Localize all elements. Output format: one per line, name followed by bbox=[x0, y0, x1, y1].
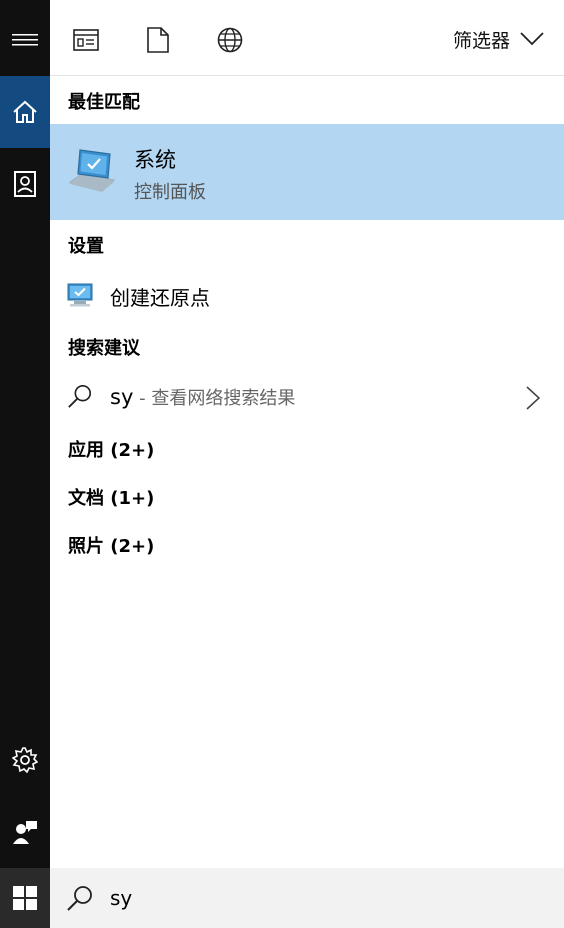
left-rail bbox=[0, 0, 50, 928]
settings-item-label: 创建还原点 bbox=[110, 286, 210, 310]
home-icon bbox=[13, 100, 37, 123]
web-filter-icon bbox=[217, 27, 243, 53]
section-apps[interactable]: 应用 (2+) bbox=[68, 436, 154, 462]
home-button[interactable] bbox=[0, 76, 50, 148]
best-match-subtitle: 控制面板 bbox=[134, 182, 206, 203]
notebook-button[interactable] bbox=[0, 160, 50, 208]
search-box[interactable]: sy bbox=[50, 868, 564, 928]
section-settings: 设置 bbox=[68, 236, 104, 257]
start-search-panel: 筛选器 最佳匹配 系统 控制面板 设置 创建还原点 搜索建议 sy - 查看网络… bbox=[0, 0, 564, 928]
best-match-item[interactable]: 系统 控制面板 bbox=[50, 124, 564, 220]
system-computer-icon bbox=[68, 149, 116, 192]
chevron-right-icon bbox=[526, 386, 540, 410]
chevron-down-icon bbox=[520, 32, 544, 46]
feedback-person-icon bbox=[13, 821, 37, 844]
search-input[interactable]: sy bbox=[110, 886, 132, 910]
hamburger-menu-button[interactable] bbox=[0, 20, 50, 60]
documents-filter-button[interactable] bbox=[141, 22, 175, 58]
section-search-suggestions: 搜索建议 bbox=[68, 338, 140, 359]
start-button[interactable] bbox=[0, 868, 50, 928]
settings-button[interactable] bbox=[0, 738, 50, 782]
restore-point-monitor-icon bbox=[67, 283, 93, 307]
filter-label: 筛选器 bbox=[452, 29, 510, 52]
web-filter-button[interactable] bbox=[213, 22, 247, 58]
notebook-icon bbox=[14, 171, 36, 197]
suggestion-text: sy - 查看网络搜索结果 bbox=[110, 384, 295, 410]
apps-filter-button[interactable] bbox=[69, 22, 103, 58]
best-match-title: 系统 bbox=[134, 148, 176, 172]
web-search-suggestion[interactable]: sy - 查看网络搜索结果 bbox=[50, 374, 564, 420]
documents-filter-icon bbox=[147, 27, 169, 53]
suggestion-query: sy bbox=[110, 385, 134, 409]
section-photos[interactable]: 照片 (2+) bbox=[68, 532, 154, 558]
settings-gear-icon bbox=[12, 747, 38, 773]
suggestion-separator: - bbox=[133, 388, 152, 409]
section-best-match: 最佳匹配 bbox=[68, 92, 140, 113]
windows-logo-icon bbox=[13, 886, 37, 910]
results-list: 最佳匹配 系统 控制面板 设置 创建还原点 搜索建议 sy - 查看网络搜索结果… bbox=[50, 76, 564, 868]
search-icon bbox=[68, 384, 92, 408]
suggestion-description: 查看网络搜索结果 bbox=[151, 388, 296, 409]
settings-item-restore-point[interactable]: 创建还原点 bbox=[50, 272, 564, 318]
hamburger-menu-icon bbox=[12, 34, 38, 46]
search-box-icon bbox=[67, 886, 92, 911]
section-documents[interactable]: 文档 (1+) bbox=[68, 484, 154, 510]
feedback-button[interactable] bbox=[0, 810, 50, 854]
filter-toolbar: 筛选器 bbox=[50, 0, 564, 76]
apps-filter-icon bbox=[73, 29, 99, 51]
filter-dropdown[interactable]: 筛选器 bbox=[453, 24, 544, 54]
